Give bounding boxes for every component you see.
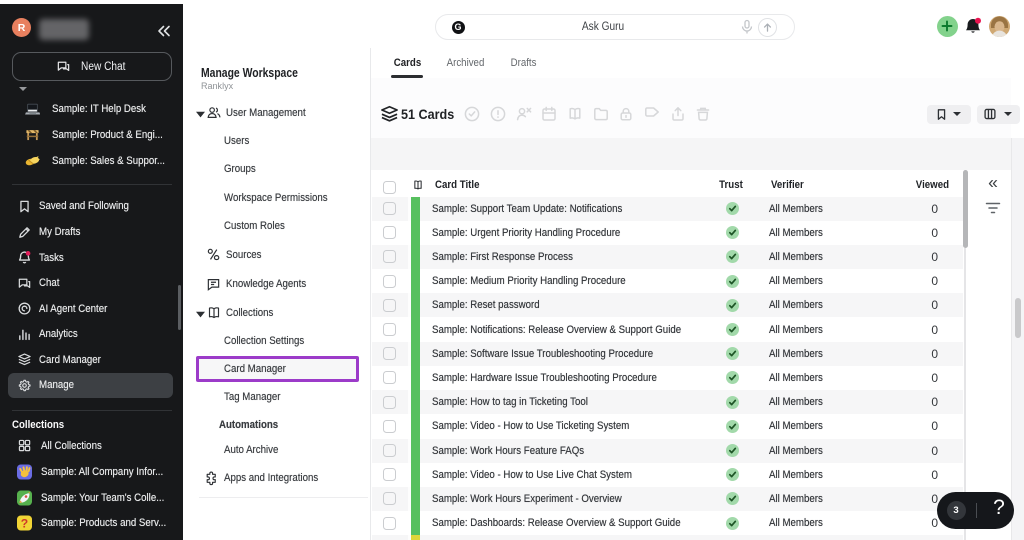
svg-text:?: ? — [21, 516, 28, 530]
